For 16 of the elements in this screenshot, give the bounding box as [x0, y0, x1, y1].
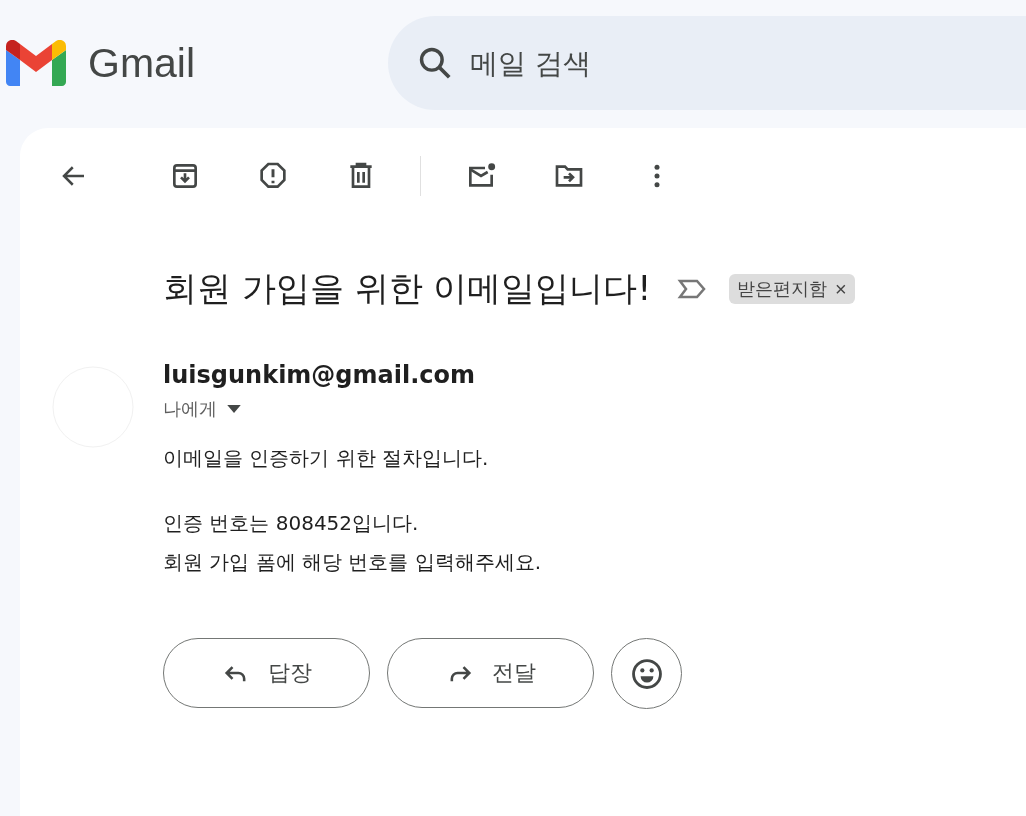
sender-address: luisgunkim@gmail.com: [163, 361, 477, 389]
search-field[interactable]: 메일 검색: [388, 16, 1026, 110]
dropdown-caret-icon[interactable]: [227, 404, 241, 414]
product-name: Gmail: [88, 42, 196, 84]
importance-marker-icon[interactable]: [677, 278, 708, 300]
body-text: 이메일을 인증하기 위한 절차입니다.: [163, 445, 490, 472]
email-subject: 회원 가입을 위한 이메일입니다!: [163, 267, 652, 310]
forward-button[interactable]: 전달: [387, 638, 594, 708]
recipient-text: 나에게: [163, 397, 217, 421]
remove-label-button[interactable]: ×: [827, 279, 847, 299]
label-name: 받은편지함: [737, 277, 828, 301]
body-text: 회원 가입 폼에 해당 번호를 입력해주세요.: [163, 549, 543, 576]
smiley-icon: [629, 656, 664, 691]
reply-button[interactable]: 답장: [163, 638, 370, 708]
body-text: 인증 번호는 808452입니다.: [163, 510, 420, 537]
gmail-logo-icon: [6, 40, 66, 86]
